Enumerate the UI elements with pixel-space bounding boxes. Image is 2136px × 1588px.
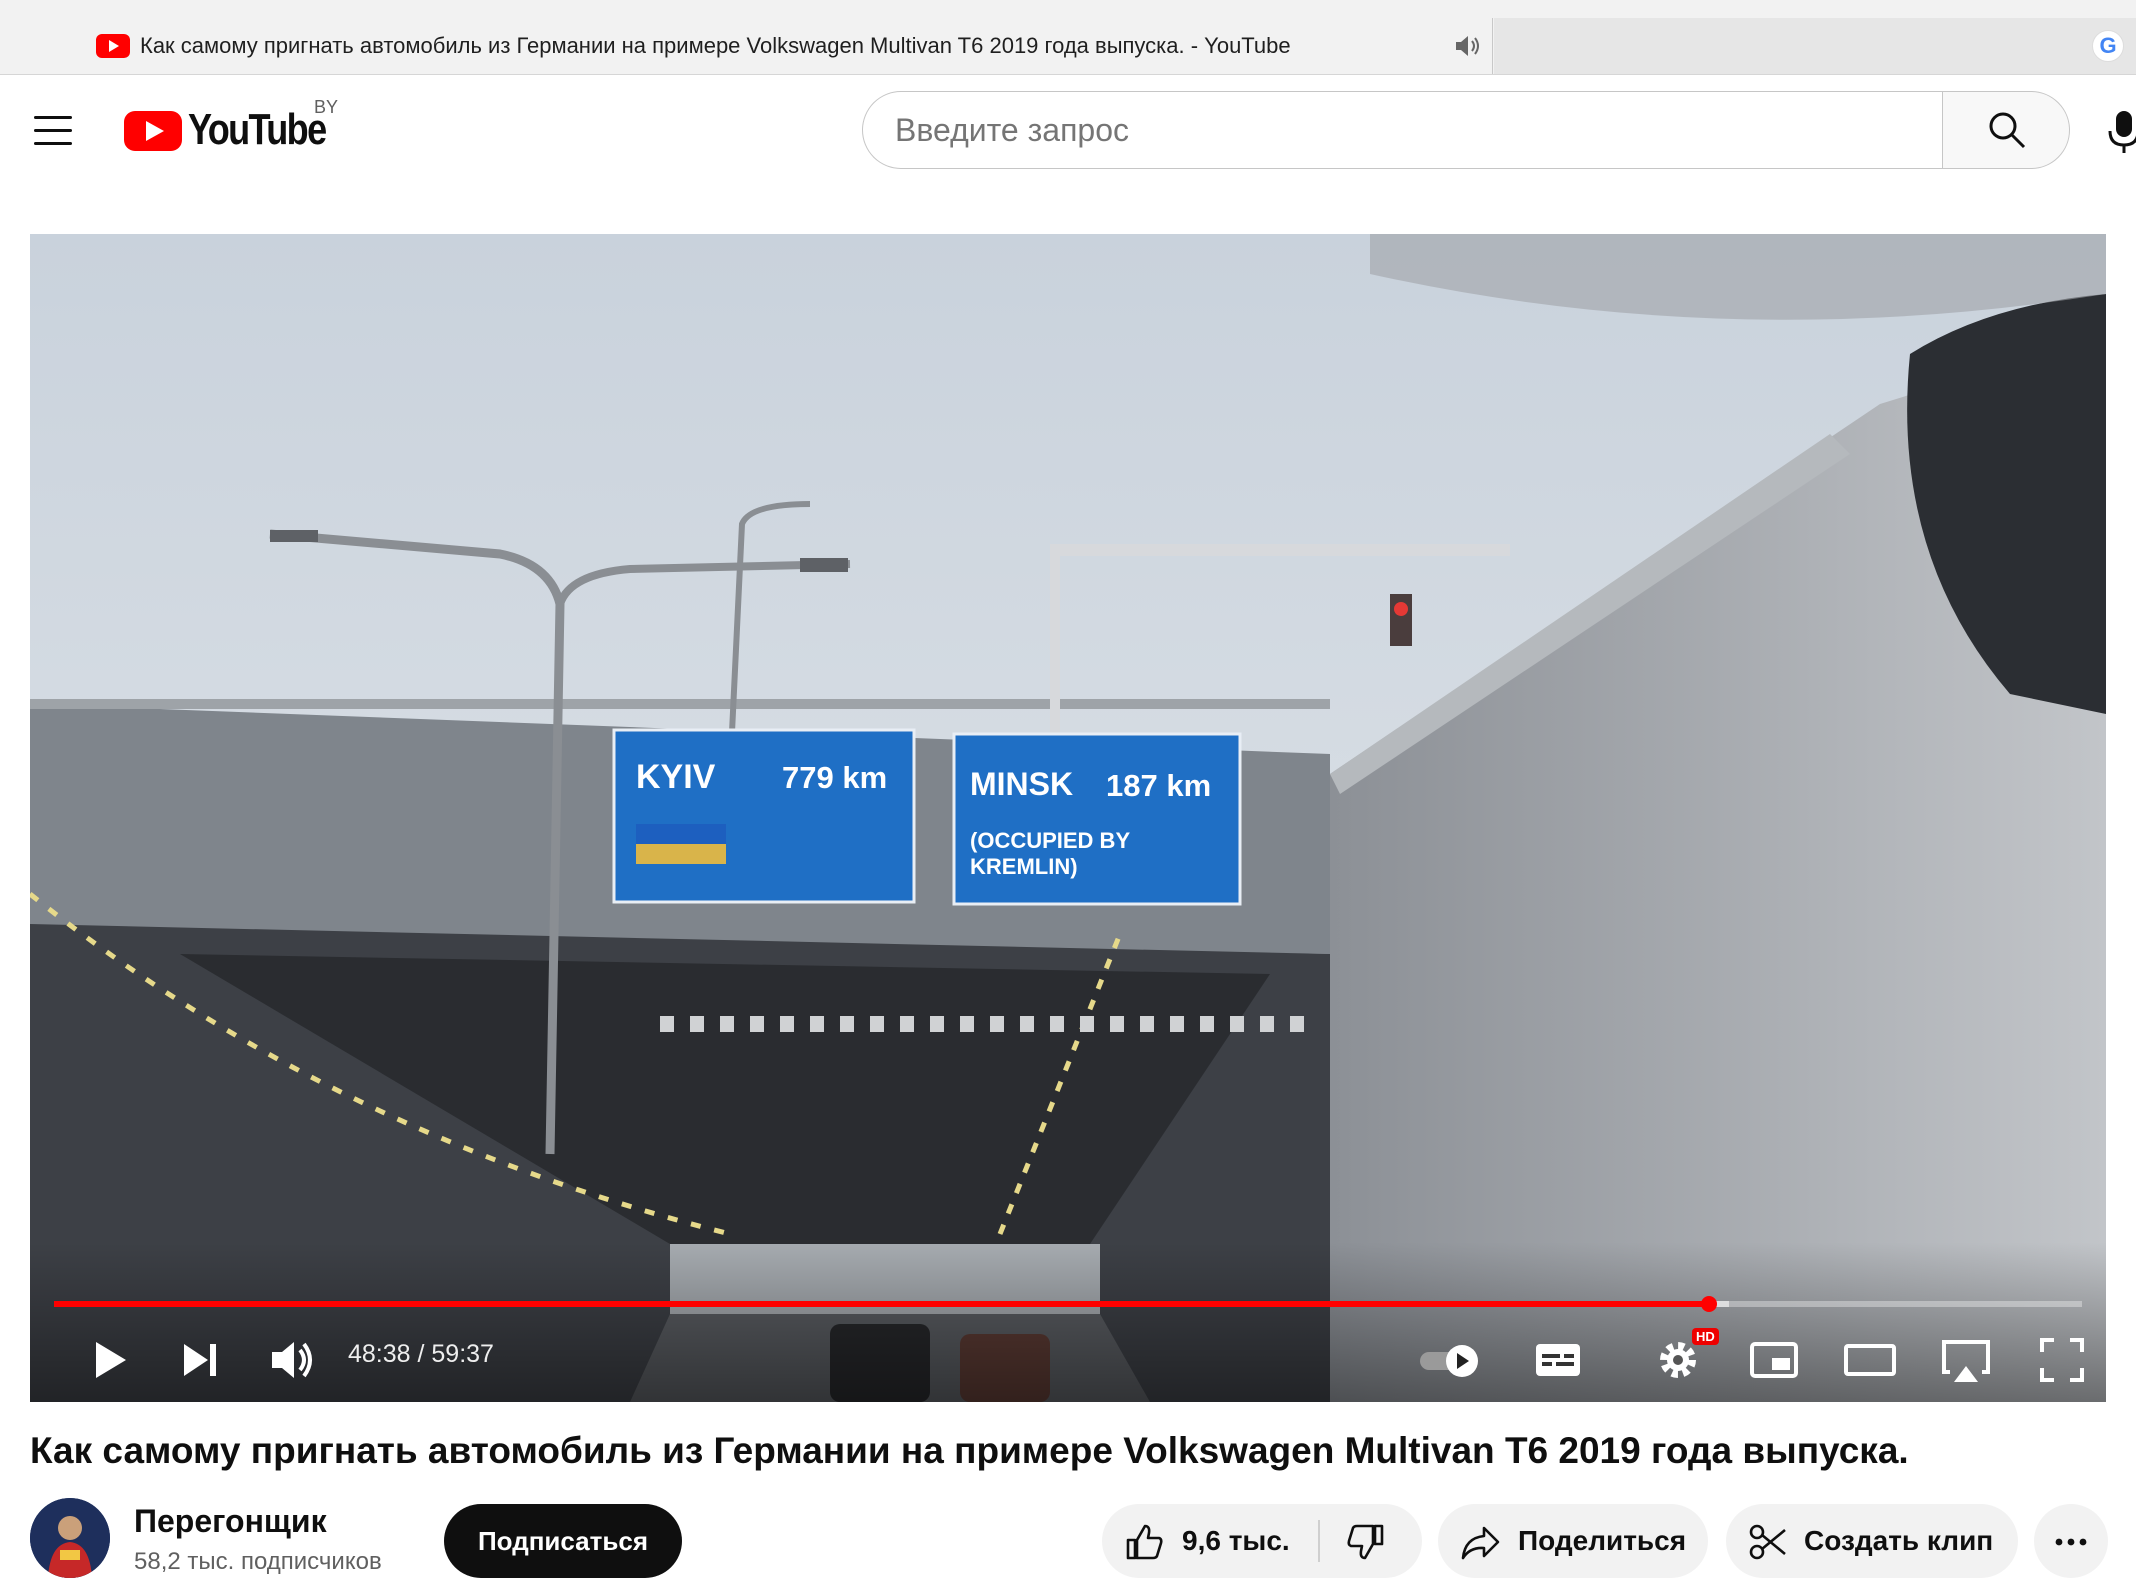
logo-text: YouTube [188,105,327,154]
tab-title[interactable]: Как самому пригнать автомобиль из Герман… [140,33,1291,59]
sign-minsk-distance: 187 km [1106,768,1212,803]
youtube-favicon-icon [96,34,130,58]
sign-kyiv-distance: 779 km [782,760,888,795]
subtitles-icon[interactable] [1530,1332,1586,1388]
search-icon [1989,112,2026,149]
tab-divider [1492,18,1493,74]
clip-label: Создать клип [1804,1525,1994,1556]
sign-kyiv-city: KYIV [636,758,716,796]
sign-minsk: MINSK 187 km (OCCUPIED BY KREMLIN) [954,734,1240,904]
hd-badge: HD [1692,1328,1719,1345]
scissors-icon [1749,1524,1786,1560]
sign-kyiv: KYIV 779 km [614,730,914,902]
share-label: Поделиться [1518,1525,1687,1556]
dislike-button[interactable] [1320,1504,1422,1578]
avatar-image [30,1498,110,1578]
volume-icon[interactable] [264,1332,320,1388]
microphone-icon[interactable] [2104,107,2136,155]
miniplayer-icon[interactable] [1746,1332,1802,1388]
region-code: BY [314,97,339,117]
progress-played [54,1301,1709,1307]
progress-bar[interactable] [54,1296,2082,1312]
sign-minsk-note-1: (OCCUPIED BY [970,828,1131,853]
like-dislike-group: 9,6 тыс. [1102,1504,1422,1578]
more-actions-button[interactable] [2034,1504,2108,1578]
sign-minsk-note-2: KREMLIN) [970,854,1078,879]
subscribe-button[interactable]: Подписаться [444,1504,682,1578]
play-icon[interactable] [82,1332,138,1388]
youtube-play-logo-icon [124,111,182,151]
google-icon[interactable]: G [2092,30,2124,62]
search-button[interactable] [1942,91,2070,169]
search-input[interactable] [893,92,1897,168]
channel-avatar[interactable] [30,1498,110,1578]
speaker-icon[interactable] [1452,32,1484,60]
time-display: 48:38 / 59:37 [348,1340,494,1368]
share-button[interactable]: Поделиться [1438,1504,1708,1578]
like-button[interactable]: 9,6 тыс. [1102,1504,1318,1578]
share-arrow-icon [1461,1526,1500,1560]
thumbs-up-icon [1126,1524,1163,1560]
menu-icon[interactable] [34,116,72,146]
airplay-icon[interactable] [1938,1332,1994,1388]
like-count: 9,6 тыс. [1182,1525,1290,1556]
next-icon[interactable] [172,1332,228,1388]
channel-name[interactable]: Перегонщик [134,1503,327,1540]
fullscreen-icon[interactable] [2034,1332,2090,1388]
theater-mode-icon[interactable] [1842,1332,1898,1388]
masthead: YouTube BY [0,75,2136,185]
thumbs-down-icon [1347,1524,1384,1560]
video-player[interactable]: KYIV 779 km MINSK 187 km (OCCUPIED BY KR… [30,234,2106,1402]
progress-scrubber[interactable] [1701,1296,1717,1312]
sign-minsk-city: MINSK [970,766,1074,802]
create-clip-button[interactable]: Создать клип [1726,1504,2018,1578]
video-title: Как самому пригнать автомобиль из Герман… [30,1430,1909,1471]
empty-tab-area[interactable] [1494,18,2136,74]
autoplay-toggle[interactable] [1416,1332,1488,1388]
more-horizontal-icon [2055,1538,2087,1546]
search-box [862,91,1944,169]
subscriber-count: 58,2 тыс. подписчиков [134,1548,382,1575]
browser-tab-strip: Как самому пригнать автомобиль из Герман… [0,0,2136,75]
